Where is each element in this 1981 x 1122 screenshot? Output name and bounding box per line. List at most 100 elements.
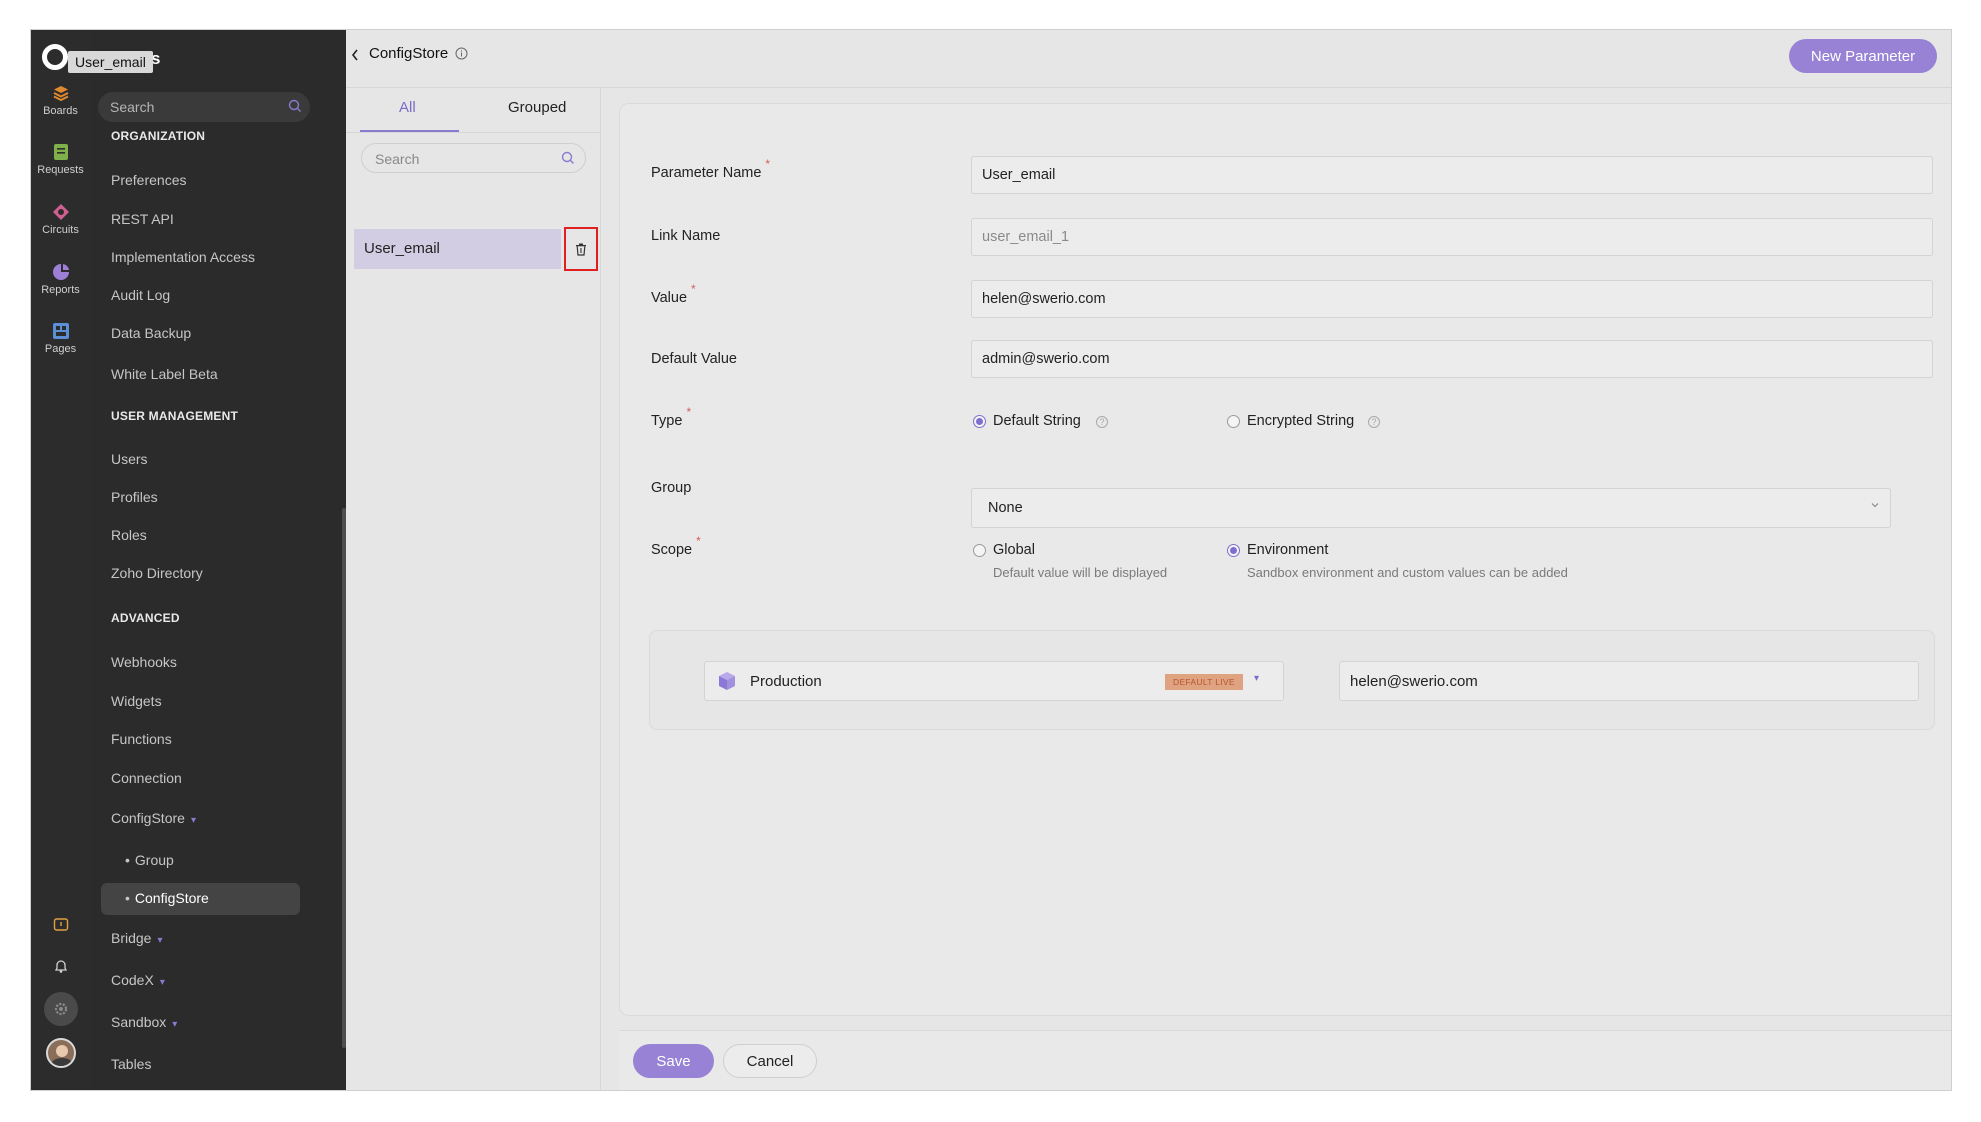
sidebar-item-zoho-directory[interactable]: Zoho Directory	[111, 565, 203, 581]
tab-all[interactable]: All	[399, 99, 416, 116]
default-value-label: Default Value	[651, 351, 737, 367]
rail-pages[interactable]: Pages	[31, 322, 90, 355]
boards-icon	[53, 86, 68, 102]
group-label: Group	[651, 480, 692, 496]
avatar	[45, 1038, 76, 1068]
new-parameter-button[interactable]: New Parameter	[1789, 39, 1937, 73]
sidebar-item-webhooks[interactable]: Webhooks	[111, 654, 177, 670]
default-live-badge: DEFAULT LIVE	[1165, 674, 1243, 690]
sidebar-item-sandbox[interactable]: Sandbox ▾	[111, 1014, 177, 1030]
gear-icon	[54, 1002, 67, 1016]
rail-label: Pages	[44, 343, 77, 355]
tab-grouped[interactable]: Grouped	[508, 99, 566, 116]
page-header: ConfigStore New Parameter	[346, 30, 1951, 88]
sidebar-item-connection[interactable]: Connection	[111, 770, 182, 786]
circuits-icon	[52, 204, 69, 220]
scope-environment-radio[interactable]	[1227, 544, 1240, 557]
scope-global-radio[interactable]	[973, 544, 986, 557]
type-default-string-radio[interactable]	[973, 415, 986, 428]
sidebar-item-profiles[interactable]: Profiles	[111, 489, 158, 505]
type-label: Type*	[651, 405, 692, 429]
sidebar-item-configstore[interactable]: ConfigStore ▾	[111, 810, 196, 826]
user-avatar-button[interactable]	[31, 1038, 90, 1068]
bell-icon	[54, 960, 67, 973]
rail-reports[interactable]: Reports	[31, 263, 90, 296]
sidebar-item-implementation-access[interactable]: Implementation Access	[111, 249, 255, 265]
sidebar-item-roles[interactable]: Roles	[111, 527, 147, 543]
value-label: Value*	[651, 282, 696, 306]
chevron-down-icon: ▾	[1254, 673, 1260, 684]
notifications-button[interactable]	[31, 958, 90, 974]
announcement-icon	[53, 918, 68, 931]
sidebar-item-white-label[interactable]: White Label Beta	[111, 366, 218, 382]
collapse-sidebar-button[interactable]	[350, 48, 360, 65]
chevron-down-icon: ▾	[172, 1019, 178, 1030]
rail-requests[interactable]: Requests	[31, 143, 90, 176]
reports-icon	[52, 264, 69, 280]
form-footer: Save Cancel	[619, 1030, 1951, 1090]
parameter-name-field[interactable]: User_email	[971, 156, 1933, 194]
type-encrypted-string-radio[interactable]	[1227, 415, 1240, 428]
active-tab-indicator	[360, 130, 459, 132]
sidebar-item-bridge[interactable]: Bridge ▾	[111, 930, 163, 946]
link-name-field[interactable]: user_email_1	[971, 218, 1933, 256]
app-logo-icon[interactable]	[42, 44, 68, 70]
whats-new-button[interactable]	[31, 916, 90, 932]
chevron-left-icon	[351, 49, 358, 61]
rail-label: Requests	[37, 164, 84, 176]
sidebar-subitem-configstore[interactable]: ConfigStore	[125, 890, 209, 906]
scope-global-label[interactable]: Global	[993, 542, 1035, 558]
help-icon[interactable]: ?	[1368, 416, 1380, 428]
cube-icon	[719, 672, 735, 690]
help-icon[interactable]: ?	[1096, 416, 1108, 428]
rail-label: Boards	[43, 105, 78, 117]
link-name-label: Link Name	[651, 228, 721, 244]
list-item[interactable]: User_email	[354, 229, 561, 269]
chevron-down-icon	[1871, 503, 1879, 508]
parameter-name-label: Parameter Name*	[651, 157, 771, 181]
default-value-field[interactable]: admin@swerio.com	[971, 340, 1933, 378]
sidebar-item-users[interactable]: Users	[111, 451, 148, 467]
parameter-search-input[interactable]: Search	[361, 143, 586, 173]
section-advanced: ADVANCED	[111, 611, 180, 625]
sidebar-item-preferences[interactable]: Preferences	[111, 172, 186, 188]
parameter-form: Parameter Name* User_email Link Name use…	[619, 103, 1951, 1016]
scope-environment-description: Sandbox environment and custom values ca…	[1247, 565, 1568, 580]
type-default-string-label[interactable]: Default String	[993, 413, 1081, 429]
sidebar-item-rest-api[interactable]: REST API	[111, 211, 174, 227]
sidebar-item-audit-log[interactable]: Audit Log	[111, 287, 170, 303]
app-window: Boards Requests Circuits Reports Pages S…	[30, 29, 1952, 1091]
rail-label: Circuits	[42, 224, 79, 236]
icon-rail: Boards Requests Circuits Reports Pages	[31, 30, 90, 1090]
group-select[interactable]: None	[971, 488, 1891, 528]
settings-sidebar: Search ORGANIZATION Preferences REST API…	[90, 30, 346, 1090]
chevron-down-icon: ▾	[157, 935, 163, 946]
sidebar-item-functions[interactable]: Functions	[111, 731, 172, 747]
parameter-list-panel: All Grouped Search User_email	[346, 88, 601, 1090]
settings-button[interactable]	[31, 992, 90, 1026]
rail-circuits[interactable]: Circuits	[31, 203, 90, 236]
search-icon	[288, 99, 301, 112]
type-encrypted-string-label[interactable]: Encrypted String	[1247, 413, 1354, 429]
environment-values-box: Production DEFAULT LIVE ▾ helen@swerio.c…	[649, 630, 1935, 730]
sidebar-item-codex[interactable]: CodeX ▾	[111, 972, 165, 988]
requests-icon	[53, 144, 68, 160]
rail-label: Reports	[41, 284, 80, 296]
chevron-down-icon: ▾	[190, 815, 196, 826]
chevron-down-icon: ▾	[159, 977, 165, 988]
sidebar-subitem-group[interactable]: Group	[125, 852, 174, 868]
scope-label: Scope*	[651, 534, 701, 558]
environment-select[interactable]: Production DEFAULT LIVE ▾	[704, 661, 1284, 701]
info-icon[interactable]	[455, 47, 468, 60]
sidebar-search-input[interactable]: Search	[98, 92, 310, 122]
scope-environment-label[interactable]: Environment	[1247, 542, 1328, 558]
sidebar-item-widgets[interactable]: Widgets	[111, 693, 162, 709]
rail-boards[interactable]: Boards	[31, 84, 90, 117]
cancel-button[interactable]: Cancel	[723, 1044, 817, 1078]
sidebar-item-data-backup[interactable]: Data Backup	[111, 325, 191, 341]
sidebar-item-tables[interactable]: Tables	[111, 1056, 151, 1072]
value-field[interactable]: helen@swerio.com	[971, 280, 1933, 318]
environment-value-field[interactable]: helen@swerio.com	[1339, 661, 1919, 701]
save-button[interactable]: Save	[633, 1044, 714, 1078]
delete-parameter-button[interactable]	[564, 227, 598, 271]
